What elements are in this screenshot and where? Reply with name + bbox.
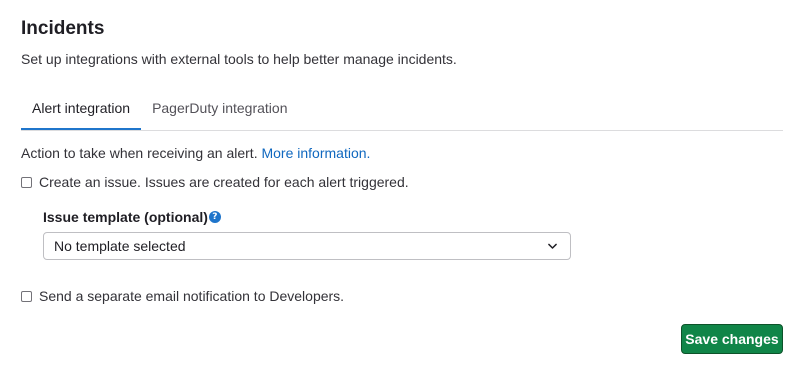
alert-help-label: Action to take when receiving an alert. xyxy=(21,145,258,161)
issue-template-label: Issue template (optional) xyxy=(43,209,208,225)
chevron-down-icon xyxy=(548,242,557,251)
tab-bar: Alert integration PagerDuty integration xyxy=(21,88,783,131)
issue-template-label-row: Issue template (optional) ? xyxy=(43,209,221,225)
tab-pagerduty-integration[interactable]: PagerDuty integration xyxy=(141,88,298,130)
create-issue-label: Create an issue. Issues are created for … xyxy=(39,174,409,190)
issue-template-value: No template selected xyxy=(54,238,186,254)
page-title: Incidents xyxy=(21,18,105,39)
more-information-link[interactable]: More information. xyxy=(261,145,370,161)
alert-help-text: Action to take when receiving an alert. … xyxy=(21,145,370,161)
create-issue-option[interactable]: Create an issue. Issues are created for … xyxy=(21,174,409,190)
page-subtitle: Set up integrations with external tools … xyxy=(21,51,457,67)
save-changes-button[interactable]: Save changes xyxy=(681,324,783,354)
email-notification-checkbox[interactable] xyxy=(21,290,32,302)
issue-template-select[interactable]: No template selected xyxy=(43,232,571,260)
email-notification-label: Send a separate email notification to De… xyxy=(39,288,345,304)
create-issue-checkbox[interactable] xyxy=(21,176,32,188)
tab-alert-integration[interactable]: Alert integration xyxy=(21,88,141,130)
email-notification-option[interactable]: Send a separate email notification to De… xyxy=(21,288,344,304)
question-circle-icon[interactable]: ? xyxy=(208,211,221,223)
